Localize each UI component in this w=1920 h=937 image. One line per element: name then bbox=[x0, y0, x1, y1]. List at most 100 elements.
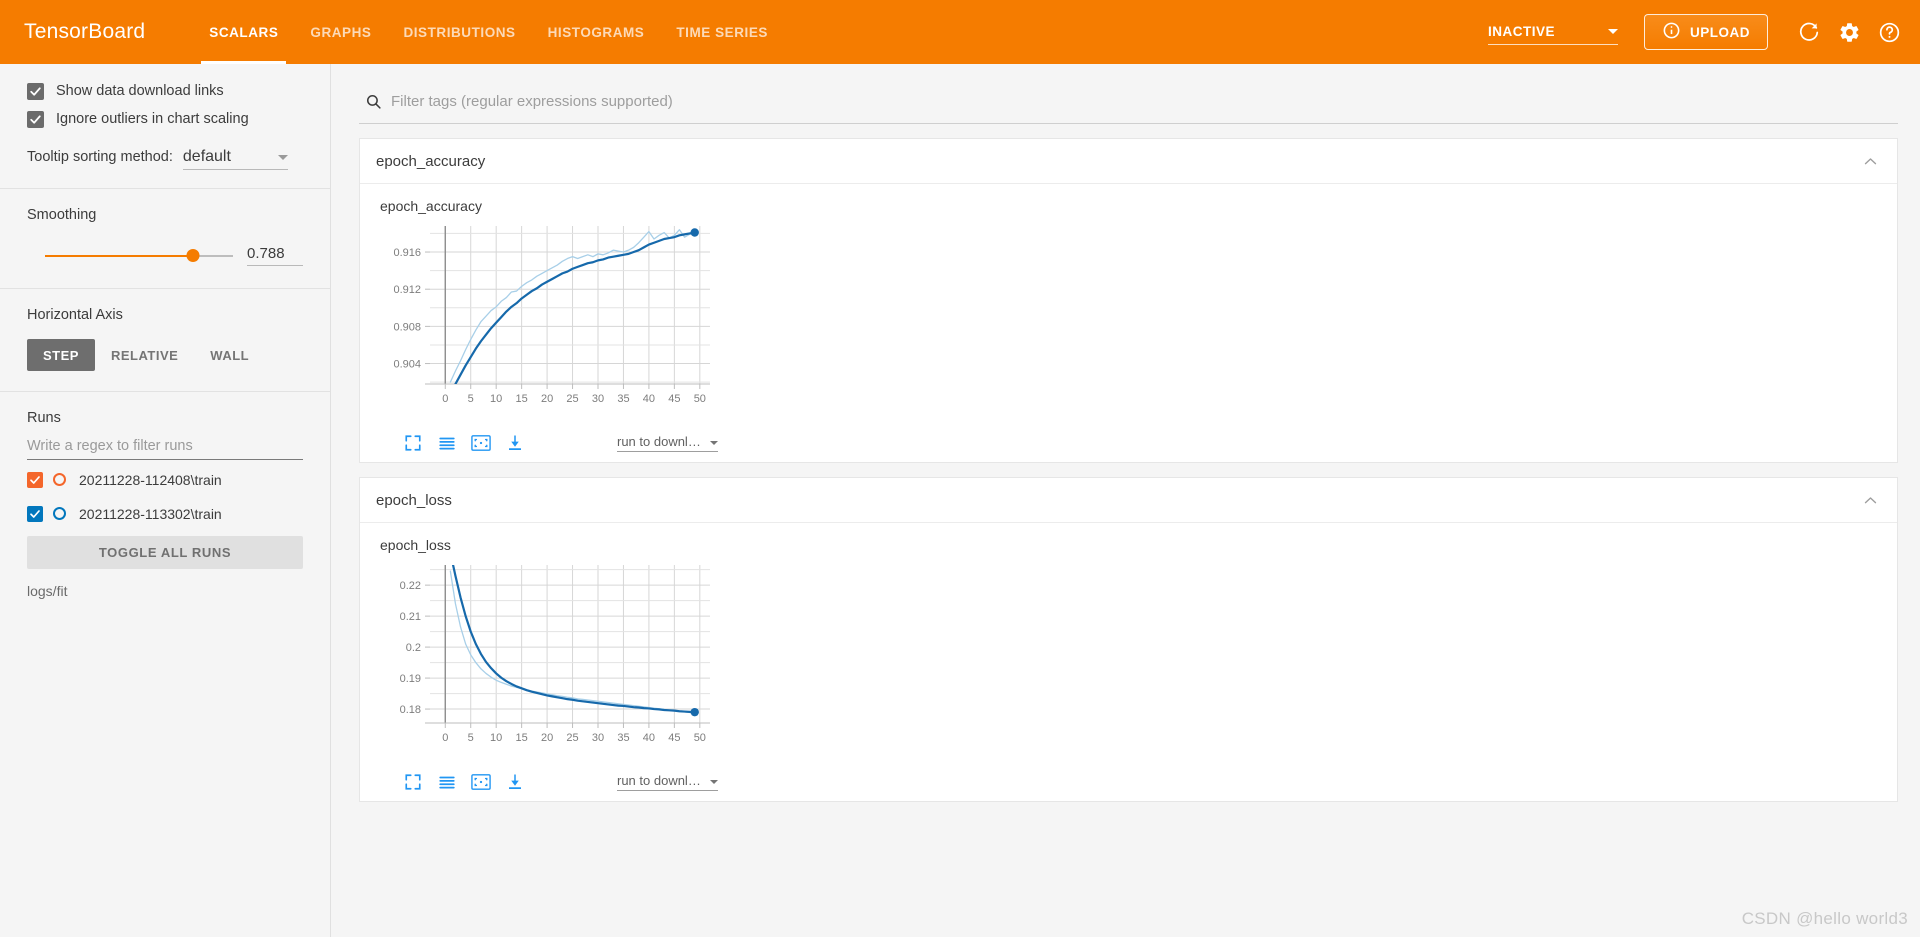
tag-card-header[interactable]: epoch_accuracy bbox=[360, 139, 1897, 184]
fit-domain-icon[interactable] bbox=[466, 769, 496, 795]
run-to-download-select[interactable]: run to downl… bbox=[617, 434, 718, 452]
svg-text:0.2: 0.2 bbox=[406, 642, 421, 654]
upload-button[interactable]: UPLOAD bbox=[1644, 14, 1768, 50]
runs-section: Runs Write a regex to filter runs 202112… bbox=[0, 392, 330, 599]
chart-epoch-accuracy[interactable]: 0.904 0.908 0.912 0.916 0 5 10 15 20 25 30 35 40 45 50 bbox=[378, 218, 718, 428]
chevron-up-icon[interactable] bbox=[1862, 153, 1879, 170]
tag-card-epoch-loss: epoch_loss epoch_loss 0.18 0.19 0.2 0.21 0.2… bbox=[359, 477, 1898, 802]
watermark: CSDN @hello world3 bbox=[1741, 909, 1908, 928]
tooltip-sorting-row: Tooltip sorting method: default bbox=[27, 148, 303, 188]
haxis-step-button[interactable]: STEP bbox=[27, 339, 95, 371]
help-button[interactable] bbox=[1872, 15, 1906, 49]
tab-graphs-label: GRAPHS bbox=[310, 24, 372, 40]
checkbox-show-data-download-links[interactable]: Show data download links bbox=[27, 77, 303, 105]
svg-text:5: 5 bbox=[468, 393, 474, 405]
refresh-button[interactable] bbox=[1792, 15, 1826, 49]
checkmark-icon bbox=[27, 110, 44, 128]
tooltip-sorting-value: default bbox=[182, 148, 231, 165]
run-item-2[interactable]: 20211228-113302\train bbox=[27, 499, 303, 528]
svg-text:20: 20 bbox=[541, 393, 553, 405]
tab-graphs[interactable]: GRAPHS bbox=[294, 0, 387, 64]
download-icon[interactable] bbox=[500, 769, 530, 795]
app-brand: TensorBoard bbox=[24, 20, 146, 43]
search-icon bbox=[365, 93, 382, 110]
slider-thumb[interactable] bbox=[186, 248, 200, 262]
svg-text:0.912: 0.912 bbox=[393, 284, 421, 296]
tab-distributions-label: DISTRIBUTIONS bbox=[403, 24, 516, 40]
gear-icon bbox=[1838, 21, 1861, 44]
svg-text:0.18: 0.18 bbox=[400, 704, 421, 716]
info-icon bbox=[1662, 21, 1681, 43]
horizontal-axis-title: Horizontal Axis bbox=[27, 307, 123, 323]
svg-text:5: 5 bbox=[468, 732, 474, 744]
run-color-circle-icon bbox=[53, 507, 66, 520]
svg-text:40: 40 bbox=[643, 732, 655, 744]
svg-text:35: 35 bbox=[617, 393, 629, 405]
log-scale-icon[interactable] bbox=[432, 430, 462, 456]
tab-distributions[interactable]: DISTRIBUTIONS bbox=[387, 0, 531, 64]
smoothing-value-input[interactable]: 0.788 bbox=[247, 245, 303, 266]
fullscreen-icon[interactable] bbox=[398, 430, 428, 456]
svg-text:0.22: 0.22 bbox=[400, 580, 421, 592]
run-to-download-label: run to downl… bbox=[617, 773, 701, 788]
svg-text:15: 15 bbox=[516, 393, 528, 405]
run-state-selector[interactable]: INACTIVE bbox=[1488, 20, 1618, 45]
smoothing-slider[interactable] bbox=[45, 248, 233, 263]
chevron-up-icon[interactable] bbox=[1862, 492, 1879, 509]
tab-histograms[interactable]: HISTOGRAMS bbox=[532, 0, 661, 64]
chevron-down-icon bbox=[1608, 28, 1618, 34]
checkbox-show-data-download-links-label: Show data download links bbox=[56, 83, 224, 99]
checkmark-icon bbox=[27, 82, 44, 100]
svg-text:0.916: 0.916 bbox=[393, 247, 421, 259]
settings-button[interactable] bbox=[1832, 15, 1866, 49]
app-header: TensorBoard SCALARS GRAPHS DISTRIBUTIONS… bbox=[0, 0, 1920, 64]
run-item-1[interactable]: 20211228-112408\train bbox=[27, 465, 303, 494]
tag-card-title: epoch_loss bbox=[376, 491, 452, 509]
run-to-download-select[interactable]: run to downl… bbox=[617, 773, 718, 791]
main-content: Filter tags (regular expressions support… bbox=[331, 64, 1920, 937]
svg-text:10: 10 bbox=[490, 732, 502, 744]
tab-scalars[interactable]: SCALARS bbox=[193, 0, 294, 64]
tab-scalars-label: SCALARS bbox=[209, 24, 279, 40]
horizontal-axis-buttons: STEP RELATIVE WALL bbox=[27, 339, 303, 391]
svg-text:0.904: 0.904 bbox=[393, 359, 421, 371]
horizontal-axis-section: Horizontal Axis STEP RELATIVE WALL bbox=[0, 289, 330, 391]
runs-filter-input[interactable]: Write a regex to filter runs bbox=[27, 438, 303, 460]
chart-toolbar: run to downl… bbox=[378, 769, 718, 795]
checkbox-ignore-outliers[interactable]: Ignore outliers in chart scaling bbox=[27, 105, 303, 133]
download-icon[interactable] bbox=[500, 430, 530, 456]
svg-text:0.21: 0.21 bbox=[400, 611, 421, 623]
svg-text:50: 50 bbox=[694, 393, 706, 405]
haxis-wall-button[interactable]: WALL bbox=[194, 339, 265, 371]
checkbox-ignore-outliers-label: Ignore outliers in chart scaling bbox=[56, 111, 249, 127]
svg-text:0: 0 bbox=[442, 732, 448, 744]
chart-epoch-loss[interactable]: 0.18 0.19 0.2 0.21 0.22 0 5 10 15 20 25 30 35 40 45 50 bbox=[378, 557, 718, 767]
svg-text:0.908: 0.908 bbox=[393, 321, 421, 333]
tag-card-header[interactable]: epoch_loss bbox=[360, 478, 1897, 523]
chart-toolbar: run to downl… bbox=[378, 430, 718, 456]
svg-text:45: 45 bbox=[668, 393, 680, 405]
sidebar-options-section: Show data download links Ignore outliers… bbox=[0, 77, 330, 188]
svg-text:15: 15 bbox=[516, 732, 528, 744]
toggle-all-runs-button[interactable]: TOGGLE ALL RUNS bbox=[27, 536, 303, 569]
fit-domain-icon[interactable] bbox=[466, 430, 496, 456]
run-item-1-label: 20211228-112408\train bbox=[79, 471, 222, 488]
run-checkbox[interactable] bbox=[27, 505, 43, 522]
svg-text:10: 10 bbox=[490, 393, 502, 405]
body-wrapper: Show data download links Ignore outliers… bbox=[0, 64, 1920, 937]
run-to-download-label: run to downl… bbox=[617, 434, 701, 449]
haxis-relative-button[interactable]: RELATIVE bbox=[95, 339, 194, 371]
chart-label: epoch_loss bbox=[380, 537, 451, 553]
run-checkbox[interactable] bbox=[27, 471, 43, 488]
help-icon bbox=[1878, 21, 1901, 44]
smoothing-title: Smoothing bbox=[27, 207, 97, 223]
log-scale-icon[interactable] bbox=[432, 769, 462, 795]
chevron-down-icon bbox=[710, 780, 718, 784]
svg-text:40: 40 bbox=[643, 393, 655, 405]
tooltip-sorting-select[interactable]: default bbox=[182, 148, 288, 170]
smoothing-row: 0.788 bbox=[27, 245, 303, 288]
tab-time-series[interactable]: TIME SERIES bbox=[660, 0, 784, 64]
fullscreen-icon[interactable] bbox=[398, 769, 428, 795]
tag-filter-input[interactable]: Filter tags (regular expressions support… bbox=[391, 93, 673, 110]
svg-text:45: 45 bbox=[668, 732, 680, 744]
